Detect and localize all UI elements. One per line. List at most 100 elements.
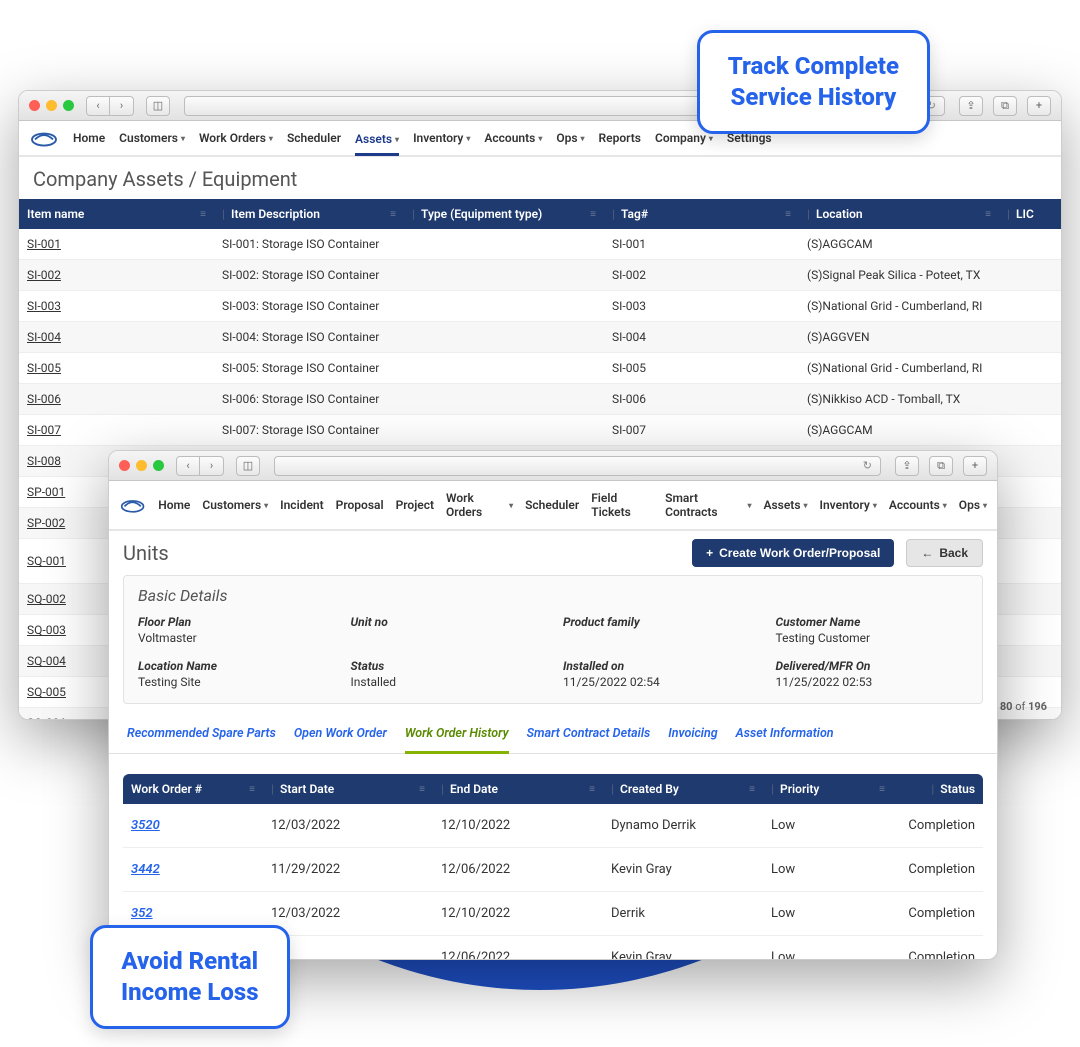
col-wo-num[interactable]: Work Order #	[131, 782, 202, 796]
share-icon[interactable]: ⇪	[959, 96, 983, 116]
maximize-icon[interactable]	[153, 460, 164, 471]
chevron-down-icon: ▾	[395, 135, 399, 144]
col-tag[interactable]: Tag#	[621, 207, 648, 221]
nav-assets[interactable]: Assets▾	[764, 494, 808, 516]
nav-project[interactable]: Project	[396, 494, 434, 516]
asset-link[interactable]: SQ-002	[27, 592, 66, 606]
back-arrow-icon[interactable]: ‹	[86, 96, 110, 116]
nav-ops[interactable]: Ops▾	[556, 127, 584, 149]
col-status[interactable]: Status	[940, 782, 975, 796]
back-button[interactable]: ← Back	[906, 539, 983, 567]
maximize-icon[interactable]	[63, 100, 74, 111]
col-item-desc[interactable]: Item Description	[231, 207, 320, 221]
sidebar-toggle-icon[interactable]: ◫	[236, 456, 260, 476]
url-bar[interactable]: ↻	[274, 456, 881, 476]
share-icon[interactable]: ⇪	[895, 456, 919, 476]
col-created-by[interactable]: Created By	[620, 782, 679, 796]
tab-recommended-spare-parts[interactable]: Recommended Spare Parts	[127, 720, 276, 753]
asset-link[interactable]: SP-001	[27, 485, 65, 499]
titlebar: ‹ › ◫ ↻ ⇪ ⧉ +	[109, 451, 997, 481]
asset-link[interactable]: SQ-004	[27, 654, 66, 668]
detail-product-family: Product family	[563, 615, 756, 645]
chevron-down-icon: ▾	[943, 501, 947, 510]
asset-link[interactable]: SI-004	[27, 330, 61, 344]
nav-inventory[interactable]: Inventory▾	[413, 127, 470, 149]
create-work-order-button[interactable]: + Create Work Order/Proposal	[692, 539, 894, 567]
asset-link[interactable]: SQ-006	[27, 716, 66, 720]
nav-arrows: ‹ ›	[176, 456, 224, 476]
nav-customers[interactable]: Customers▾	[119, 127, 185, 149]
nav-customers[interactable]: Customers▾	[202, 494, 268, 516]
nav-smart-contracts[interactable]: Smart Contracts▾	[665, 487, 751, 523]
tabs-icon[interactable]: ⧉	[929, 456, 953, 476]
work-order-link[interactable]: 352	[131, 906, 153, 921]
nav-work-orders[interactable]: Work Orders▾	[199, 127, 273, 149]
nav-assets[interactable]: Assets▾	[355, 128, 399, 156]
table-row[interactable]: SI-007SI-007: Storage ISO ContainerSI-00…	[19, 415, 1061, 446]
tab-invoicing[interactable]: Invoicing	[668, 720, 717, 753]
table-row[interactable]: SI-001SI-001: Storage ISO ContainerSI-00…	[19, 229, 1061, 260]
nav-scheduler[interactable]: Scheduler	[287, 127, 341, 149]
tabs-icon[interactable]: ⧉	[993, 96, 1017, 116]
nav-reports[interactable]: Reports	[599, 127, 641, 149]
col-end[interactable]: End Date	[450, 782, 498, 796]
table-row[interactable]: 352012/03/202212/10/2022Dynamo DerrikLow…	[123, 804, 983, 848]
chevron-down-icon: ▾	[509, 501, 513, 510]
col-location[interactable]: Location	[816, 207, 863, 221]
callout-bottom: Avoid Rental Income Loss	[90, 925, 290, 1029]
asset-link[interactable]: SQ-003	[27, 623, 66, 637]
table-row[interactable]: SI-005SI-005: Storage ISO ContainerSI-00…	[19, 353, 1061, 384]
app-logo[interactable]	[119, 494, 146, 516]
chevron-down-icon: ▾	[804, 501, 808, 510]
asset-link[interactable]: SI-003	[27, 299, 61, 313]
table-row[interactable]: SI-002SI-002: Storage ISO ContainerSI-00…	[19, 260, 1061, 291]
tab-smart-contract-details[interactable]: Smart Contract Details	[527, 720, 651, 753]
table-row[interactable]: SI-004SI-004: Storage ISO ContainerSI-00…	[19, 322, 1061, 353]
close-icon[interactable]	[29, 100, 40, 111]
detail-customer-name: Customer NameTesting Customer	[776, 615, 969, 645]
nav-field-tickets[interactable]: Field Tickets	[591, 487, 653, 523]
nav-accounts[interactable]: Accounts▾	[889, 494, 947, 516]
close-icon[interactable]	[119, 460, 130, 471]
app-logo[interactable]	[29, 127, 59, 149]
asset-link[interactable]: SI-007	[27, 423, 61, 437]
tab-asset-information[interactable]: Asset Information	[736, 720, 834, 753]
asset-link[interactable]: SI-006	[27, 392, 61, 406]
nav-inventory[interactable]: Inventory▾	[820, 494, 877, 516]
asset-link[interactable]: SI-008	[27, 454, 61, 468]
asset-link[interactable]: SI-002	[27, 268, 61, 282]
nav-home[interactable]: Home	[158, 494, 190, 516]
asset-link[interactable]: SQ-001	[27, 554, 66, 568]
new-tab-icon[interactable]: +	[1027, 96, 1051, 116]
nav-proposal[interactable]: Proposal	[336, 494, 384, 516]
col-type[interactable]: Type (Equipment type)	[421, 207, 542, 221]
asset-link[interactable]: SI-001	[27, 237, 61, 251]
asset-link[interactable]: SQ-005	[27, 685, 66, 699]
new-tab-icon[interactable]: +	[963, 456, 987, 476]
table-row[interactable]: 344211/29/202212/06/2022Kevin GrayLowCom…	[123, 848, 983, 892]
asset-link[interactable]: SP-002	[27, 516, 65, 530]
work-order-link[interactable]: 3442	[131, 862, 160, 877]
col-lic[interactable]: LIC	[1016, 207, 1034, 221]
col-start[interactable]: Start Date	[280, 782, 334, 796]
minimize-icon[interactable]	[46, 100, 57, 111]
forward-arrow-icon[interactable]: ›	[200, 456, 224, 476]
nav-accounts[interactable]: Accounts▾	[484, 127, 542, 149]
col-priority[interactable]: Priority	[780, 782, 819, 796]
back-arrow-icon[interactable]: ‹	[176, 456, 200, 476]
nav-scheduler[interactable]: Scheduler	[525, 494, 579, 516]
nav-home[interactable]: Home	[73, 127, 105, 149]
col-item-name[interactable]: Item name	[27, 207, 84, 221]
table-row[interactable]: SI-003SI-003: Storage ISO ContainerSI-00…	[19, 291, 1061, 322]
minimize-icon[interactable]	[136, 460, 147, 471]
tab-open-work-order[interactable]: Open Work Order	[294, 720, 387, 753]
sidebar-toggle-icon[interactable]: ◫	[146, 96, 170, 116]
nav-work-orders[interactable]: Work Orders▾	[446, 487, 513, 523]
work-order-link[interactable]: 3520	[131, 818, 160, 833]
asset-link[interactable]: SI-005	[27, 361, 61, 375]
nav-incident[interactable]: Incident	[280, 494, 323, 516]
nav-ops[interactable]: Ops▾	[959, 494, 987, 516]
tab-work-order-history[interactable]: Work Order History	[405, 720, 509, 754]
forward-arrow-icon[interactable]: ›	[110, 96, 134, 116]
table-row[interactable]: SI-006SI-006: Storage ISO ContainerSI-00…	[19, 384, 1061, 415]
